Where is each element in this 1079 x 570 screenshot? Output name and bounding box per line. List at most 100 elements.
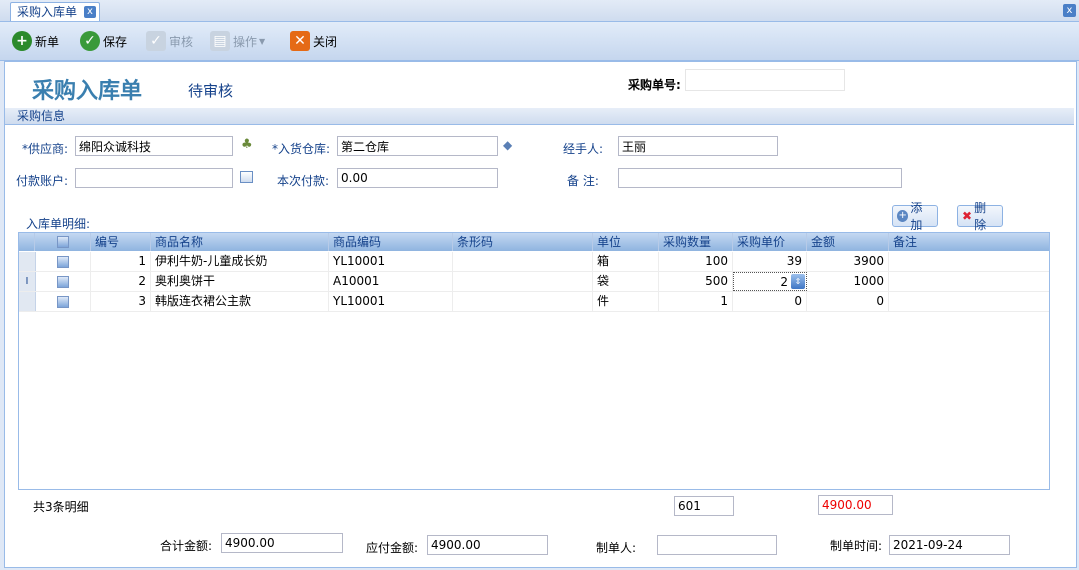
audit-button[interactable]: ✓ 审核 [146,30,193,52]
total-amount-input[interactable] [221,533,343,553]
order-no-input[interactable] [685,69,845,91]
col-amount[interactable]: 金额 [807,233,889,251]
price-editor-value[interactable]: 2 [780,273,788,290]
toolbar: + 新单 ✓ 保存 ✓ 审核 ▤ 操作 ▼ ✕ 关闭 [0,22,1079,61]
cell-remark[interactable] [889,272,1049,291]
col-unit[interactable]: 单位 [593,233,659,251]
plus-icon: + [12,31,32,51]
save-button-label: 保存 [103,34,128,49]
close-icon: ✕ [290,31,310,51]
make-time-input[interactable] [889,535,1010,555]
cell-code[interactable]: YL10001 [329,292,453,311]
col-no[interactable]: 编号 [91,233,151,251]
row-select-cell[interactable] [35,252,91,271]
cell-remark[interactable] [889,292,1049,311]
cell-price[interactable]: 0 [733,292,807,311]
maker-input[interactable] [657,535,777,555]
payment-label: 本次付款: [277,174,330,188]
check-icon: ✓ [80,31,100,51]
tab-close-icon[interactable]: x [84,6,97,18]
cell-qty[interactable]: 500 [659,272,733,291]
cell-qty[interactable]: 1 [659,292,733,311]
table-row[interactable]: 3 韩版连衣裙公主款 YL10001 件 1 0 0 [19,292,1049,312]
cell-remark[interactable] [889,252,1049,271]
supplier-picker-icon[interactable]: ♣ [241,138,255,152]
grid-header-indicator [19,233,35,251]
detail-grid: 编号 商品名称 商品编码 条形码 单位 采购数量 采购单价 金额 备注 1 伊利… [18,232,1050,490]
price-editor[interactable]: 2 ⇕ [733,272,807,291]
save-button[interactable]: ✓ 保存 [80,30,127,52]
col-name[interactable]: 商品名称 [151,233,329,251]
new-button[interactable]: + 新单 [12,30,59,52]
status-text: 待审核 [188,82,234,100]
supplier-input[interactable] [75,136,233,156]
section-header: 采购信息 [5,108,1074,125]
tab-title: 采购入库单 [17,5,78,19]
account-label: 付款账户: [16,174,69,188]
col-remark[interactable]: 备注 [889,233,1049,251]
handler-input[interactable] [618,136,778,156]
delete-row-button[interactable]: ✖ 删除 [957,201,1003,232]
audit-button-label: 审核 [169,34,194,49]
cell-unit[interactable]: 袋 [593,272,659,291]
account-input[interactable] [75,168,233,188]
cell-amount: 0 [807,292,889,311]
cell-no: 1 [91,252,151,271]
row-indicator[interactable] [19,252,36,271]
new-button-label: 新单 [35,34,60,49]
cell-code[interactable]: A10001 [329,272,453,291]
delete-row-label: 删除 [974,201,987,232]
col-price[interactable]: 采购单价 [733,233,807,251]
payment-input[interactable] [337,168,498,188]
remark-label: 备 注: [567,174,599,188]
payable-amount-label: 应付金额: [366,541,419,555]
warehouse-picker-icon[interactable]: ◆ [503,138,517,152]
grid-header: 编号 商品名称 商品编码 条形码 单位 采购数量 采购单价 金额 备注 [19,233,1049,251]
tab-purchase-inbound[interactable]: 采购入库单 x [10,2,101,21]
row-select-cell[interactable] [35,292,91,311]
close-button[interactable]: ✕ 关闭 [290,30,337,52]
operations-icon: ▤ [210,31,230,51]
supplier-label: *供应商: [22,142,69,156]
cell-qty[interactable]: 100 [659,252,733,271]
col-barcode[interactable]: 条形码 [453,233,593,251]
amount-total-field [818,495,893,515]
cell-amount: 3900 [807,252,889,271]
cell-code[interactable]: YL10001 [329,252,453,271]
cell-name[interactable]: 伊利牛奶-儿童成长奶 [151,252,329,271]
add-row-button[interactable]: + 添加 [892,201,938,232]
row-checkbox[interactable] [57,276,69,288]
cell-name[interactable]: 奥利奥饼干 [151,272,329,291]
grid-header-select-all[interactable] [35,233,91,251]
cell-no: 2 [91,272,151,291]
col-qty[interactable]: 采购数量 [659,233,733,251]
cell-barcode[interactable] [453,252,593,271]
row-indicator[interactable] [19,292,36,311]
cell-barcode[interactable] [453,292,593,311]
remark-input[interactable] [618,168,902,188]
select-all-checkbox[interactable] [57,236,69,248]
cell-unit[interactable]: 件 [593,292,659,311]
row-indicator[interactable]: I [19,272,36,291]
cell-no: 3 [91,292,151,311]
row-checkbox[interactable] [57,256,69,268]
row-checkbox[interactable] [57,296,69,308]
add-row-label: 添加 [910,201,923,232]
col-code[interactable]: 商品编码 [329,233,453,251]
window-close-icon[interactable]: x [1063,4,1076,17]
cell-unit[interactable]: 箱 [593,252,659,271]
close-button-label: 关闭 [313,34,338,49]
payable-amount-input[interactable] [427,535,548,555]
warehouse-input[interactable] [337,136,498,156]
detail-count: 共3条明细 [33,500,89,514]
cell-price[interactable]: 39 [733,252,807,271]
spinner-icon[interactable]: ⇕ [791,274,805,289]
cell-name[interactable]: 韩版连衣裙公主款 [151,292,329,311]
operations-button[interactable]: ▤ 操作 ▼ [210,30,265,52]
cell-barcode[interactable] [453,272,593,291]
row-select-cell[interactable] [35,272,91,291]
account-picker-icon[interactable] [240,171,253,183]
table-row[interactable]: 1 伊利牛奶-儿童成长奶 YL10001 箱 100 39 3900 [19,252,1049,272]
maker-label: 制单人: [596,541,637,555]
table-row[interactable]: I 2 奥利奥饼干 A10001 袋 500 2 ⇕ 1000 [19,272,1049,292]
